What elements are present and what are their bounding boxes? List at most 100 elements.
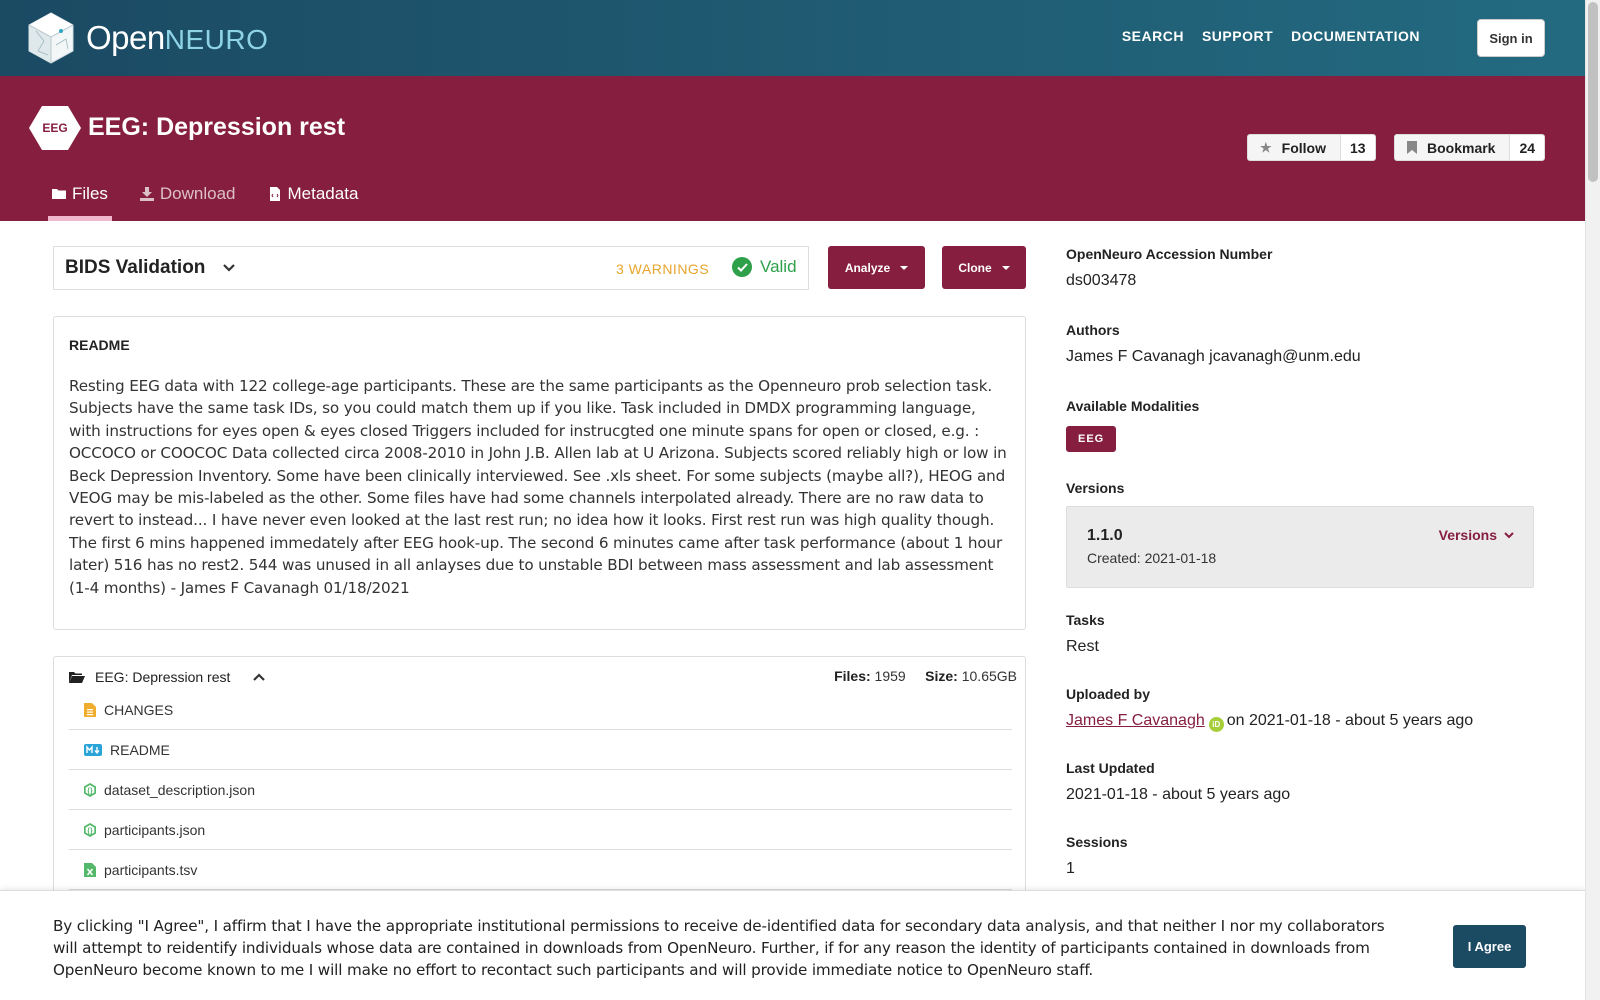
svg-text:{}: {} [87,788,93,795]
scrollbar-thumb[interactable] [1588,2,1598,182]
versions-box: 1.1.0 Created: 2021-01-18 Versions [1066,506,1534,588]
star-icon: ★ [1260,139,1272,155]
nav-link-support[interactable]: SUPPORT [1202,28,1273,44]
file-tree-root-label: EEG: Depression rest [95,669,231,685]
authors-label: Authors [1066,322,1120,338]
bids-validation-title: BIDS Validation [65,257,206,278]
sessions-label: Sessions [1066,834,1128,850]
bookmark-label: Bookmark [1427,139,1496,156]
agreement-text: By clicking "I Agree", I affirm that I h… [53,917,1385,979]
sessions-value: 1 [1066,860,1075,877]
tab-download-label: Download [159,184,236,203]
chevron-down-icon[interactable] [221,260,237,276]
chevron-up-icon[interactable] [252,670,266,684]
file-item-changes[interactable]: CHANGES [69,690,1012,730]
logo-wordmark: OpenNEURO [86,19,268,57]
versions-link-label: Versions [1438,527,1497,543]
tab-files[interactable]: Files [48,177,112,221]
caret-down-icon [1001,265,1010,270]
download-icon [139,187,154,201]
version-number: 1.1.0 [1087,527,1123,544]
versions-dropdown[interactable]: Versions [1439,527,1515,543]
nav-link-search[interactable]: SEARCH [1122,28,1184,44]
modality-badge[interactable]: EEG [1066,426,1117,452]
file-name: README [110,741,170,758]
bookmark-label-wrap: Bookmark [1395,135,1511,160]
uploaded-value: James F Cavanagh iD on 2021-01-18 - about … [1066,712,1534,732]
page: OpenNEURO SEARCH SUPPORT DOCUMENTATION S… [0,0,1585,1000]
file-code-icon [269,187,280,201]
json-file-icon: {} [84,822,96,837]
accession-value: ds003478 [1066,272,1137,289]
uploader-link[interactable]: James F Cavanagh [1066,712,1205,729]
analyze-dropdown-button[interactable]: Analyze [828,246,925,289]
file-name: dataset_description.json [104,781,255,798]
updated-label: Last Updated [1066,760,1155,776]
nav-links: SEARCH SUPPORT DOCUMENTATION [1122,28,1420,44]
spreadsheet-file-icon [84,862,96,877]
file-item-readme[interactable]: README [69,730,1012,770]
file-name: CHANGES [104,701,174,718]
valid-label: Valid [760,257,797,276]
tab-files-label: Files [72,184,108,203]
readme-heading: README [69,337,130,353]
file-tree-root[interactable]: EEG: Depression rest [69,669,266,685]
modalities-section: Available Modalities EEG [1066,398,1534,452]
file-item-participants-json[interactable]: {} participants.json [69,810,1012,850]
file-item-participants-tsv[interactable]: participants.tsv [69,850,1012,890]
svg-text:{}: {} [87,828,93,835]
folder-icon [52,189,66,199]
file-list: CHANGES README {} dataset_description.js… [69,690,1012,890]
bids-validation-panel[interactable]: BIDS Validation 3 WARNINGS Valid [53,246,809,290]
uploaded-label: Uploaded by [1066,686,1151,702]
readme-text: Resting EEG data with 122 college-age pa… [69,377,1007,597]
dataset-title: EEG: Depression rest [88,113,346,141]
file-name: participants.tsv [104,861,198,878]
dataset-tabs: Files Download Metadata [48,177,362,221]
sign-in-button[interactable]: Sign in [1477,19,1545,57]
bookmark-button[interactable]: Bookmark 24 [1394,134,1546,161]
tab-metadata-label: Metadata [287,184,359,203]
page-scrollbar[interactable] [1585,0,1600,1000]
file-tree-stats: Files: 1959 Size: 10.65GB [834,668,1017,684]
authors-value: James F Cavanagh jcavanagh@unm.edu [1066,348,1361,365]
analyze-label: Analyze [844,260,891,275]
versions-label: Versions [1066,480,1125,496]
files-count: 1959 [874,668,906,684]
uploaded-section: Uploaded by James F Cavanagh iD on 2021-01… [1066,686,1534,732]
warnings-count[interactable]: 3 WARNINGS [616,261,709,277]
follow-label: Follow [1281,139,1326,156]
file-item-dataset-description[interactable]: {} dataset_description.json [69,770,1012,810]
logo-open: Open [86,19,165,56]
authors-section: Authors James F Cavanagh jcavanagh@unm.e… [1066,322,1534,366]
openneuro-logo[interactable]: OpenNEURO [26,11,268,65]
dataset-header: EEG EEG: Depression rest ★ Follow 13 Boo… [0,76,1585,221]
updated-section: Last Updated 2021-01-18 - about 5 years … [1066,760,1534,804]
tab-metadata[interactable]: Metadata [264,177,363,221]
folder-open-icon [69,671,85,683]
i-agree-button[interactable]: I Agree [1453,925,1526,968]
tasks-section: Tasks Rest [1066,612,1534,656]
file-text-icon [84,702,96,717]
size-value: 10.65GB [961,668,1017,684]
bookmark-icon [1407,141,1417,154]
follow-button[interactable]: ★ Follow 13 [1247,134,1376,161]
tasks-value: Rest [1066,638,1099,655]
clone-dropdown-button[interactable]: Clone [942,246,1026,289]
logo-neuro: NEURO [164,24,269,55]
caret-down-icon [900,265,909,270]
top-navbar: OpenNEURO SEARCH SUPPORT DOCUMENTATION S… [0,0,1585,76]
file-name: participants.json [104,821,206,838]
accession-section: OpenNeuro Accession Number ds003478 [1066,246,1534,290]
follow-label-wrap: ★ Follow [1248,135,1341,160]
data-agreement-banner: By clicking "I Agree", I affirm that I h… [0,890,1585,1000]
orcid-icon[interactable]: iD [1208,717,1224,732]
readme-panel: README Resting EEG data with 122 college… [53,316,1026,630]
nav-link-documentation[interactable]: DOCUMENTATION [1291,28,1420,44]
markdown-icon [84,743,102,756]
json-file-icon: {} [84,782,96,797]
clone-label: Clone [958,260,992,275]
check-circle-icon [732,257,752,277]
modalities-label: Available Modalities [1066,398,1200,414]
tab-download[interactable]: Download [136,177,240,221]
